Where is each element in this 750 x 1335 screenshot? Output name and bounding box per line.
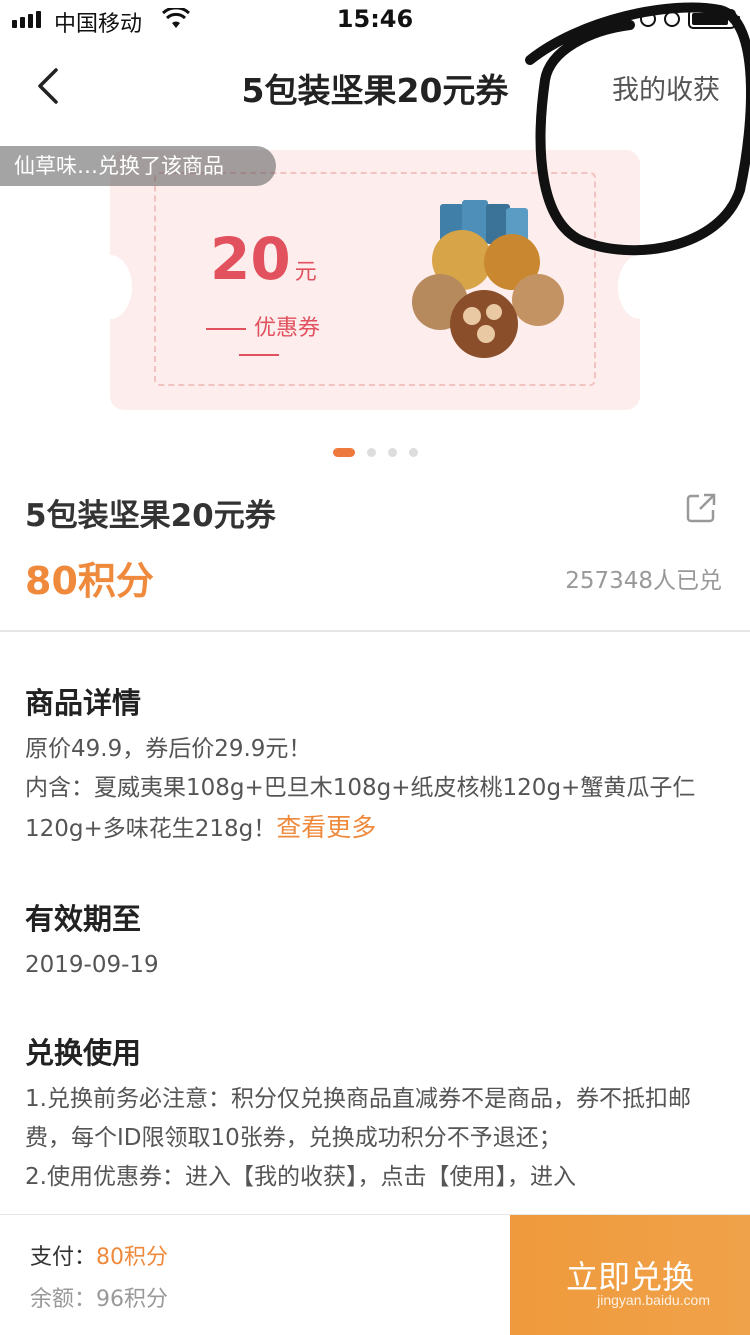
- battery-icon: [688, 9, 740, 29]
- bottom-bar: 支付：80积分 余额：96积分 立即兑换: [0, 1214, 750, 1335]
- usage-text: 1.兑换前务必注意：积分仅兑换商品直减券不是商品，券不抵扣邮费，每个ID限领取1…: [25, 1086, 691, 1190]
- coupon-card: 20 元 优惠券: [88, 150, 662, 410]
- details-heading: 商品详情: [25, 686, 142, 720]
- product-title: 5包装坚果20元券: [25, 498, 276, 534]
- pay-summary: 支付：80积分: [30, 1245, 169, 1270]
- points-price: 80积分: [25, 559, 154, 603]
- watermark: jingyan.baidu.com: [597, 1292, 710, 1308]
- coupon-label: 优惠券: [174, 310, 344, 367]
- pay-amount: 80积分: [96, 1245, 169, 1270]
- carousel-dot: [387, 448, 397, 457]
- lock-rotation-icon: [640, 11, 656, 27]
- balance-amount: 96积分: [96, 1287, 169, 1312]
- status-bar: 中国移动 15:46: [0, 0, 750, 40]
- alarm-icon: [664, 11, 680, 27]
- redeem-now-button[interactable]: 立即兑换: [510, 1215, 750, 1335]
- carousel-indicator: [0, 448, 750, 457]
- coupon-unit: 元: [294, 260, 317, 285]
- nav-bar: 5包装坚果20元券 我的收获: [0, 40, 750, 132]
- validity-heading: 有效期至: [25, 902, 142, 936]
- clock: 15:46: [336, 5, 414, 33]
- exchange-notice: 仙草味…兑换了该商品: [0, 146, 276, 186]
- exchanged-count: 257348人已兑: [565, 568, 722, 594]
- carousel-dot: [366, 448, 376, 457]
- usage-heading: 兑换使用: [25, 1036, 142, 1070]
- validity-date: 2019-09-19: [25, 952, 159, 978]
- carousel-dot: [408, 448, 418, 457]
- divider: [0, 630, 750, 632]
- see-more-link[interactable]: 查看更多: [276, 813, 376, 842]
- details-text: 原价49.9，券后价29.9元！ 内含：夏威夷果108g+巴旦木108g+纸皮核…: [25, 736, 696, 842]
- balance-summary: 余额：96积分: [30, 1287, 169, 1312]
- carousel-dot: [332, 448, 355, 457]
- share-icon[interactable]: [685, 492, 717, 524]
- coupon-amount: 20 元: [210, 225, 317, 293]
- my-harvest-link[interactable]: 我的收获: [612, 68, 720, 107]
- system-icons: [640, 9, 740, 29]
- nuts-product-image: [412, 200, 564, 358]
